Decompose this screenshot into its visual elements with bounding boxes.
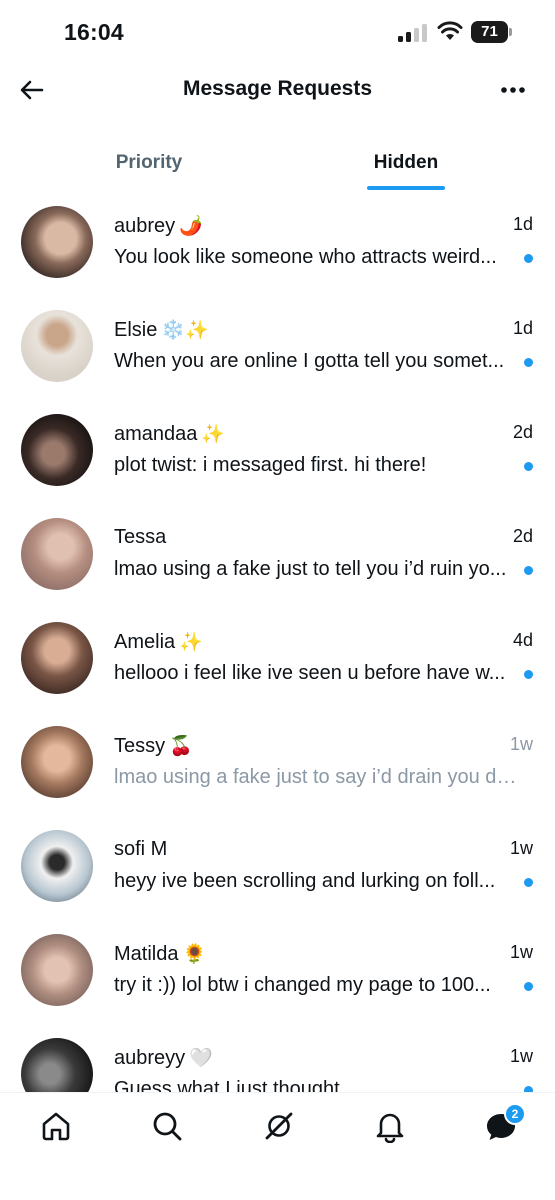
unread-dot: [524, 462, 533, 471]
sender-name: Tessy 🍒: [114, 735, 193, 757]
conversation-row[interactable]: sofi M 1w heyy ive been scrolling and lu…: [0, 816, 555, 920]
timestamp: 1w: [509, 734, 533, 754]
search-icon[interactable]: [150, 1109, 184, 1143]
name-emoji: 🌻: [182, 944, 207, 965]
message-preview: When you are online I gotta tell you som…: [114, 350, 505, 372]
notifications-bell-icon[interactable]: [373, 1109, 407, 1143]
conversation-row[interactable]: aubreyy 🤍 1w Guess what I just thought: [0, 1024, 555, 1092]
message-preview: lmao using a fake just to tell you i’d r…: [114, 558, 507, 580]
conversation-row[interactable]: Amelia ✨ 4d hellooo i feel like ive seen …: [0, 608, 555, 712]
cellular-signal-icon: [398, 24, 427, 42]
tab-bar: Priority Hidden: [0, 136, 555, 192]
message-preview: You look like someone who attracts weird…: [114, 246, 497, 268]
timestamp: 1w: [509, 1046, 533, 1066]
timestamp: 1w: [509, 838, 533, 858]
timestamp: 1d: [512, 214, 533, 234]
avatar: [21, 206, 93, 278]
avatar: [21, 622, 93, 694]
battery-level: 71: [481, 23, 498, 40]
name-emoji: 🌶️: [179, 216, 203, 237]
wifi-icon: [437, 21, 463, 40]
avatar: [21, 934, 93, 1006]
tab-hidden[interactable]: Hidden: [316, 136, 496, 192]
sender-name: aubreyy 🤍: [114, 1047, 213, 1069]
timestamp: 1d: [512, 318, 533, 338]
unread-dot: [524, 358, 533, 367]
message-preview: hellooo i feel like ive seen u before ha…: [114, 662, 506, 684]
sender-name: Amelia ✨: [114, 631, 203, 653]
tab-priority[interactable]: Priority: [59, 136, 239, 192]
unread-dot: [524, 670, 533, 679]
name-emoji: ✨: [201, 424, 226, 445]
home-icon[interactable]: [39, 1109, 73, 1143]
battery-icon: 71: [471, 21, 513, 43]
conversation-row[interactable]: Tessa 2d lmao using a fake just to tell …: [0, 504, 555, 608]
timestamp: 2d: [512, 422, 533, 442]
status-bar: 16:04 71: [0, 0, 555, 64]
tab-priority-label: Priority: [115, 152, 183, 173]
sender-name: amandaa ✨: [114, 423, 226, 445]
unread-dot: [524, 878, 533, 887]
conversation-row[interactable]: Matilda 🌻 1w try it :)) lol btw i changed…: [0, 920, 555, 1024]
tab-hidden-label: Hidden: [373, 152, 439, 173]
sender-name: Elsie ❄️✨: [114, 319, 209, 341]
grok-icon[interactable]: [262, 1109, 296, 1143]
status-time: 16:04: [64, 19, 124, 45]
avatar: [21, 518, 93, 590]
avatar: [21, 830, 93, 902]
timestamp: 2d: [512, 526, 533, 546]
more-options-icon[interactable]: [495, 74, 531, 106]
message-preview: lmao using a fake just to say i’d drain …: [114, 766, 518, 788]
unread-dot: [524, 566, 533, 575]
header: Message Requests: [0, 64, 555, 116]
bottom-navigation: 2: [0, 1092, 555, 1200]
conversation-row[interactable]: Elsie ❄️✨ 1d When you are online I gotta …: [0, 296, 555, 400]
sender-name: Tessa: [114, 526, 167, 548]
timestamp: 4d: [512, 630, 533, 650]
conversation-row[interactable]: Tessy 🍒 1w lmao using a fake just to say …: [0, 712, 555, 816]
name-emoji: ✨: [179, 632, 203, 653]
avatar: [21, 1038, 93, 1092]
sender-name: aubrey 🌶️: [114, 215, 203, 237]
selected-tab-indicator: [367, 186, 445, 190]
message-preview: heyy ive been scrolling and lurking on f…: [114, 870, 496, 892]
message-request-list: aubrey 🌶️ 1d You look like someone who at…: [0, 192, 555, 1092]
timestamp: 1w: [509, 942, 533, 962]
avatar: [21, 726, 93, 798]
unread-dot: [524, 254, 533, 263]
conversation-row[interactable]: aubrey 🌶️ 1d You look like someone who at…: [0, 192, 555, 296]
conversation-row[interactable]: amandaa ✨ 2d plot twist: i messaged first…: [0, 400, 555, 504]
avatar: [21, 414, 93, 486]
name-emoji: ❄️✨: [161, 320, 209, 341]
avatar: [21, 310, 93, 382]
sender-name: Matilda 🌻: [114, 943, 207, 965]
sender-name: sofi M: [114, 838, 168, 860]
unread-dot: [524, 982, 533, 991]
message-preview: Guess what I just thought: [114, 1078, 340, 1092]
page-title: Message Requests: [182, 77, 373, 100]
name-emoji: 🍒: [169, 736, 193, 757]
messages-badge: 2: [504, 1103, 526, 1125]
message-preview: plot twist: i messaged first. hi there!: [114, 454, 427, 476]
name-emoji: 🤍: [189, 1048, 213, 1069]
message-preview: try it :)) lol btw i changed my page to …: [114, 974, 491, 996]
